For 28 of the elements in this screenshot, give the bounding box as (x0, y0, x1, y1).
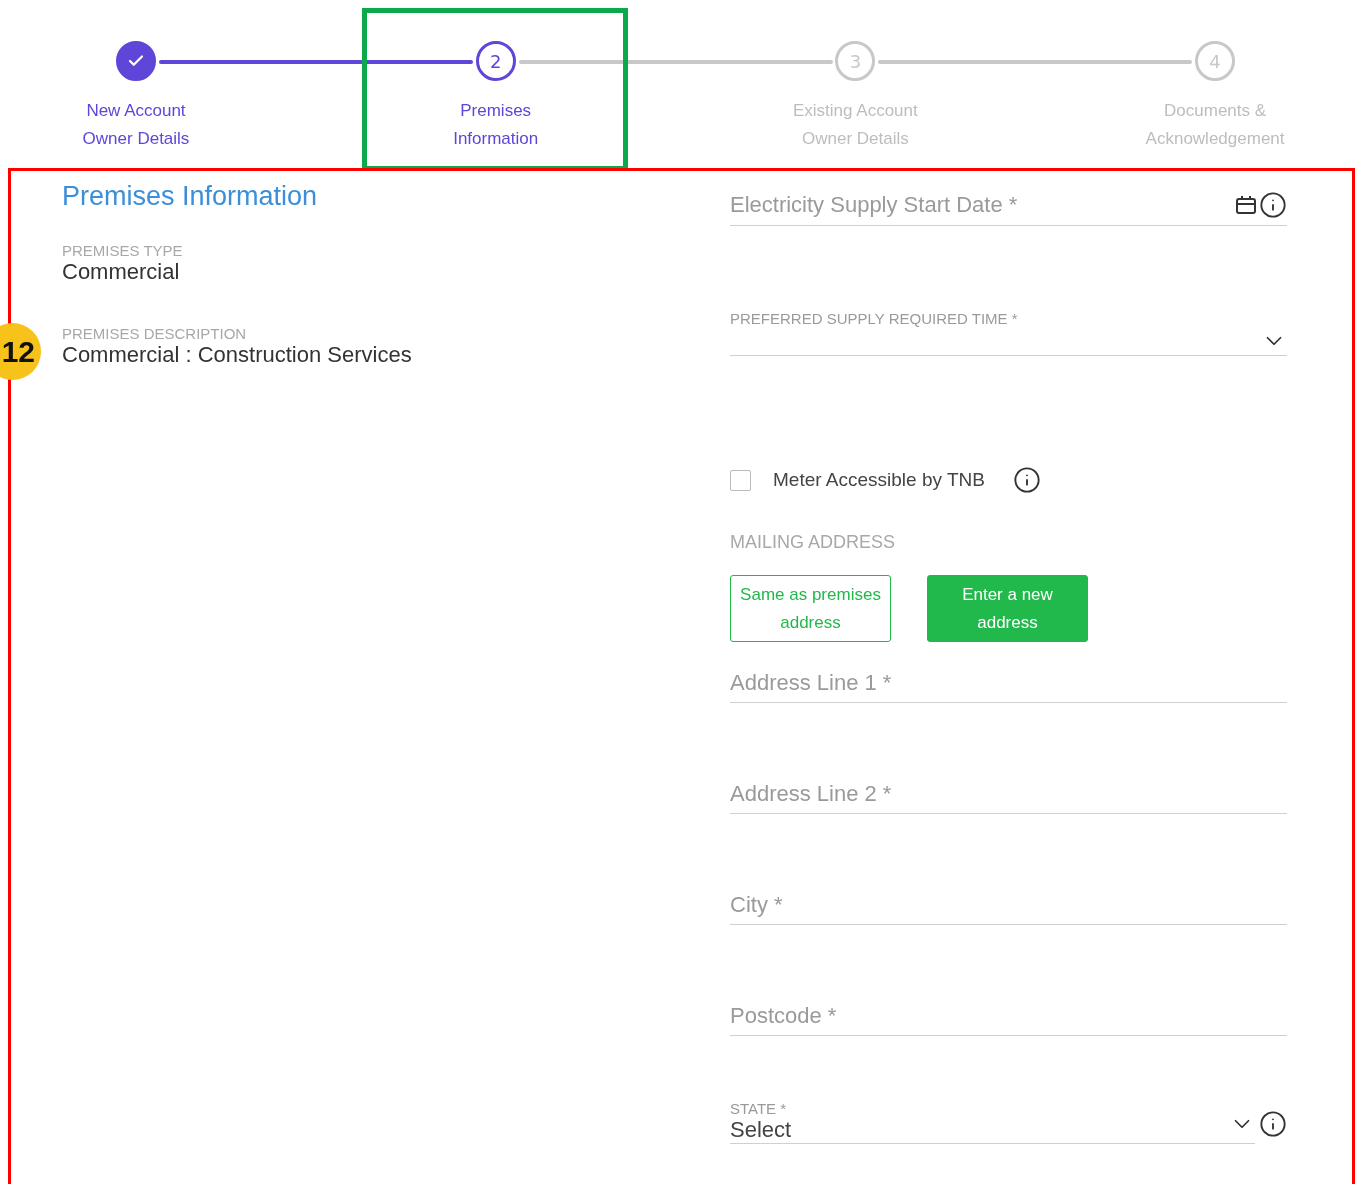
info-icon[interactable] (1259, 191, 1287, 219)
address-field[interactable]: Address Line 1 * (730, 666, 1287, 703)
address-field[interactable]: Address Line 2 * (730, 777, 1287, 814)
info-icon[interactable] (1259, 1110, 1287, 1138)
checkbox-label: Meter Accessible by TNB (773, 469, 985, 491)
info-value: Commercial : Construction Services (62, 342, 413, 368)
address-option-button[interactable]: Same as premises address (730, 575, 891, 642)
step-label[interactable]: New Account Owner Details (82, 97, 190, 153)
info-value: Commercial (62, 259, 181, 285)
checkbox[interactable] (730, 469, 751, 491)
step-label[interactable]: Documents & Acknowledgement (1145, 97, 1285, 153)
state-select[interactable]: STATE * Select (730, 1100, 1255, 1144)
step-circle[interactable] (116, 41, 156, 81)
address-field[interactable]: City * (730, 888, 1287, 925)
address-field[interactable]: Postcode * (730, 999, 1287, 1036)
info-label: PREMISES DESCRIPTION (62, 325, 248, 342)
section-label: MAILING ADDRESS (730, 532, 897, 553)
field-label: PREFERRED SUPPLY REQUIRED TIME * (730, 310, 1019, 327)
start-date-field[interactable]: Electricity Supply Start Date * (730, 192, 1233, 218)
step-circle[interactable]: 2 (475, 41, 516, 81)
section-title: Premises Information (62, 181, 319, 212)
info-label: PREMISES TYPE (62, 242, 184, 259)
step-label[interactable]: Existing Account Owner Details (793, 97, 918, 153)
calendar-icon[interactable] (1235, 194, 1257, 216)
info-icon[interactable] (1012, 466, 1041, 494)
callout-badge: 12 (0, 323, 41, 380)
step-label[interactable]: Premises Information (453, 97, 539, 153)
address-option-button[interactable]: Enter a new address (927, 575, 1088, 642)
